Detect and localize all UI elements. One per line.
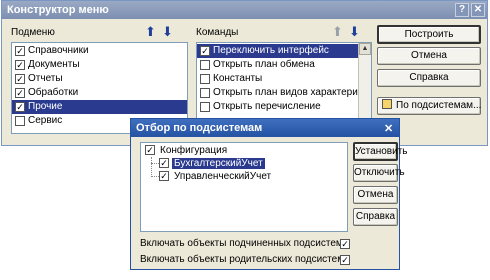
subsystem-item[interactable]: ✓ Справочники — [12, 44, 187, 58]
subsystem-checkbox[interactable]: ✓ — [15, 102, 25, 112]
command-checkbox[interactable]: ✓ — [200, 46, 210, 56]
command-checkbox[interactable] — [200, 102, 210, 112]
tree-node-label: УправленческийУчет — [174, 171, 272, 182]
include-child-objects-label: Включать объекты подчиненных подсистем — [140, 238, 343, 249]
tree-connector-branch-2 — [151, 176, 159, 177]
tree-connector-line — [151, 157, 152, 177]
tree-node[interactable]: ✓ Конфигурация — [145, 144, 229, 157]
build-button[interactable]: Построить — [377, 25, 481, 44]
main-window-title: Конструктор меню — [7, 4, 109, 16]
command-item[interactable]: Открыть план обмена — [197, 58, 359, 72]
command-item-label: Открыть план видов характери... — [213, 87, 367, 98]
subsystem-checkbox[interactable]: ✓ — [15, 88, 25, 98]
tree-node[interactable]: ✓ УправленческийУчет — [159, 170, 273, 183]
subsystem-checkbox[interactable] — [15, 116, 25, 126]
subsystems-tree[interactable]: ✓ Конфигурация ✓ БухгалтерскийУчет ✓ Управлен… — [140, 142, 348, 232]
move-down-arrow-icon[interactable]: ⬇ — [162, 25, 173, 38]
help-button[interactable]: Справка — [377, 69, 481, 87]
set-button[interactable]: Установить — [353, 142, 408, 161]
command-item[interactable]: Константы — [197, 72, 359, 86]
commands-up-arrow-icon[interactable]: ⬆ — [332, 25, 343, 38]
subsystem-item-label: Документы — [28, 59, 80, 70]
subsystem-item-label: Прочие — [28, 101, 63, 112]
subsystem-item-label: Отчеты — [28, 73, 63, 84]
tree-node-checkbox[interactable]: ✓ — [159, 171, 169, 181]
command-checkbox[interactable] — [200, 60, 210, 70]
tree-node-checkbox[interactable]: ✓ — [145, 145, 155, 155]
filter-icon — [382, 99, 392, 109]
command-item[interactable]: Открыть план видов характери... — [197, 86, 366, 100]
subsystem-item[interactable]: ✓ Обработки — [12, 86, 187, 100]
subsystem-item-label: Справочники — [28, 45, 89, 56]
dialog-close-icon[interactable]: ✕ — [384, 122, 393, 135]
dialog-help-button[interactable]: Справка — [353, 208, 398, 226]
dialog-cancel-button[interactable]: Отмена — [353, 186, 398, 204]
tree-node-checkbox[interactable]: ✓ — [159, 158, 169, 168]
commands-down-arrow-icon[interactable]: ⬇ — [349, 25, 360, 38]
commands-label: Команды — [196, 27, 239, 38]
scroll-up-icon[interactable]: ▲ — [359, 43, 371, 55]
dialog-title-bar[interactable]: Отбор по подсистемам — [131, 119, 399, 137]
subsystem-checkbox[interactable]: ✓ — [15, 74, 25, 84]
command-item[interactable]: ✓ Переключить интерфейс — [197, 44, 359, 58]
command-checkbox[interactable] — [200, 74, 210, 84]
subsystem-item[interactable]: ✓ Прочие — [12, 100, 187, 114]
move-up-arrow-icon[interactable]: ⬆ — [145, 25, 156, 38]
include-child-objects-checkbox[interactable]: ✓ — [340, 239, 350, 249]
by-subsystems-button[interactable]: По подсистемам... — [377, 97, 481, 115]
reset-button[interactable]: Отключить — [353, 164, 405, 182]
tree-connector-branch-1 — [151, 163, 159, 164]
dialog-title: Отбор по подсистемам — [136, 122, 263, 134]
include-parent-objects-checkbox[interactable]: ✓ — [340, 255, 350, 265]
tree-node-label: БухгалтерскийУчет — [172, 158, 265, 169]
command-item[interactable]: Открыть перечисление — [197, 100, 359, 114]
subsystem-item-label: Обработки — [28, 87, 79, 98]
tree-node[interactable]: ✓ БухгалтерскийУчет — [159, 157, 265, 170]
tree-node-label: Конфигурация — [160, 145, 228, 156]
subsystem-checkbox[interactable]: ✓ — [15, 60, 25, 70]
subsystem-item[interactable]: ✓ Отчеты — [12, 72, 187, 86]
subsystem-item[interactable]: ✓ Документы — [12, 58, 187, 72]
subsystems-label: Подменю — [11, 27, 55, 38]
help-title-button[interactable]: ? — [455, 3, 469, 17]
command-checkbox[interactable] — [200, 88, 210, 98]
cancel-button[interactable]: Отмена — [377, 47, 481, 65]
subsystem-item-label: Сервис — [28, 115, 63, 126]
command-item-label: Переключить интерфейс — [213, 45, 329, 56]
by-subsystems-label: По подсистемам... — [396, 100, 482, 111]
main-title-bar[interactable]: Конструктор меню — [2, 1, 487, 19]
subsystem-checkbox[interactable]: ✓ — [15, 46, 25, 56]
command-item-label: Открыть план обмена — [213, 59, 315, 70]
subsystem-filter-dialog: Отбор по подсистемам ✕ ✓ Конфигурация ✓ Бух… — [130, 118, 408, 270]
command-item-label: Открыть перечисление — [213, 101, 321, 112]
command-item-label: Константы — [213, 73, 263, 84]
include-parent-objects-label: Включать объекты родительских подсистем — [140, 254, 345, 265]
close-title-button[interactable]: ✕ — [471, 3, 485, 17]
